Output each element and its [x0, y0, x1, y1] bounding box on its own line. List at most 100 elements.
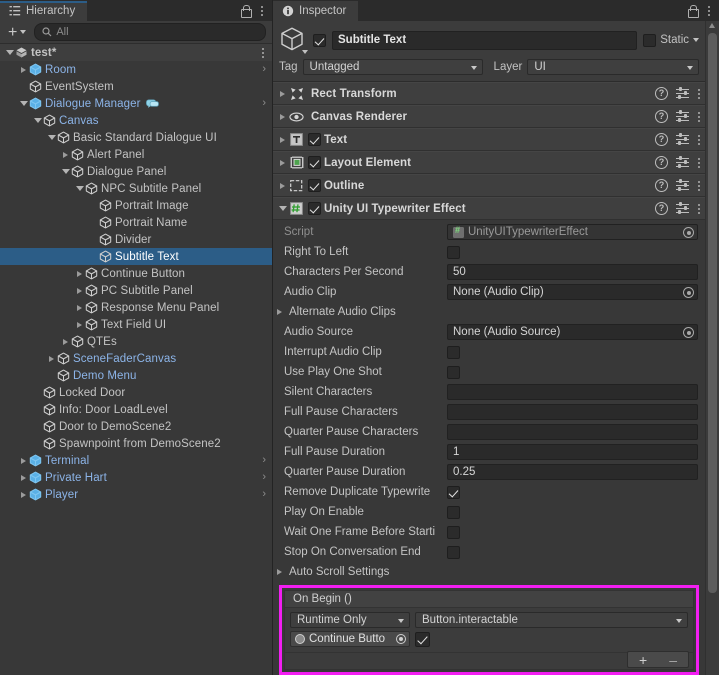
- component-header[interactable]: Canvas Renderer?: [273, 105, 705, 128]
- property-checkbox[interactable]: [447, 365, 460, 379]
- open-prefab-chevron-icon[interactable]: ›: [262, 61, 266, 78]
- property-checkbox[interactable]: [447, 525, 460, 539]
- scrollbar-thumb[interactable]: [708, 33, 717, 593]
- preset-sliders-icon[interactable]: [676, 110, 689, 123]
- hierarchy-row[interactable]: Player ›: [0, 486, 272, 503]
- hierarchy-row[interactable]: Locked Door: [0, 384, 272, 401]
- chevron-down-icon[interactable]: [302, 50, 308, 54]
- property-text-field[interactable]: [447, 424, 698, 440]
- property-checkbox[interactable]: [447, 485, 460, 499]
- twisty-collapsed-icon[interactable]: [276, 90, 289, 97]
- component-header[interactable]: Unity UI Typewriter Effect?: [273, 197, 705, 220]
- property-object-field[interactable]: None (Audio Clip): [447, 284, 698, 300]
- property-text-field[interactable]: 50: [447, 264, 698, 280]
- preset-sliders-icon[interactable]: [676, 156, 689, 169]
- twisty-collapsed-icon[interactable]: [273, 309, 289, 315]
- hierarchy-row[interactable]: EventSystem: [0, 78, 272, 95]
- preset-sliders-icon[interactable]: [676, 133, 689, 146]
- component-header[interactable]: Rect Transform?: [273, 82, 705, 105]
- static-checkbox[interactable]: [643, 33, 657, 47]
- preset-sliders-icon[interactable]: [676, 87, 689, 100]
- tag-dropdown[interactable]: Untagged: [302, 59, 483, 75]
- help-icon[interactable]: ?: [655, 202, 668, 215]
- object-picker-target-icon[interactable]: [683, 287, 694, 298]
- hierarchy-row[interactable]: QTEs: [0, 333, 272, 350]
- hierarchy-row[interactable]: Dialogue Manager ›: [0, 95, 272, 112]
- twisty-collapsed-icon[interactable]: [273, 569, 289, 575]
- property-object-field[interactable]: UnityUITypewriterEffect: [447, 224, 698, 240]
- twisty-collapsed-icon[interactable]: [18, 469, 29, 486]
- property-text-field[interactable]: 1: [447, 444, 698, 460]
- hierarchy-row[interactable]: Door to DemoScene2: [0, 418, 272, 435]
- preset-sliders-icon[interactable]: [676, 179, 689, 192]
- property-text-field[interactable]: [447, 404, 698, 420]
- lock-icon[interactable]: [687, 5, 699, 18]
- twisty-collapsed-icon[interactable]: [74, 299, 85, 316]
- twisty-collapsed-icon[interactable]: [74, 316, 85, 333]
- component-menu-kebab-icon[interactable]: [697, 87, 701, 101]
- static-dropdown-chevron-icon[interactable]: [693, 38, 699, 42]
- help-icon[interactable]: ?: [655, 110, 668, 123]
- scene-menu-kebab-icon[interactable]: [261, 46, 265, 60]
- property-checkbox[interactable]: [447, 245, 460, 259]
- add-gameobject-button[interactable]: +: [4, 23, 30, 41]
- component-enabled-checkbox[interactable]: [308, 179, 321, 192]
- hierarchy-row[interactable]: SceneFaderCanvas: [0, 350, 272, 367]
- property-text-field[interactable]: [447, 384, 698, 400]
- hierarchy-row[interactable]: Demo Menu: [0, 367, 272, 384]
- open-prefab-chevron-icon[interactable]: ›: [262, 486, 266, 503]
- hierarchy-row[interactable]: Terminal ›: [0, 452, 272, 469]
- help-icon[interactable]: ?: [655, 179, 668, 192]
- twisty-expanded-icon[interactable]: [32, 112, 43, 129]
- twisty-collapsed-icon[interactable]: [276, 159, 289, 166]
- twisty-collapsed-icon[interactable]: [276, 182, 289, 189]
- component-header[interactable]: Layout Element?: [273, 151, 705, 174]
- twisty-collapsed-icon[interactable]: [276, 113, 289, 120]
- hierarchy-row[interactable]: Divider: [0, 231, 272, 248]
- hierarchy-row[interactable]: Continue Button: [0, 265, 272, 282]
- hierarchy-row[interactable]: Room ›: [0, 61, 272, 78]
- preset-sliders-icon[interactable]: [676, 202, 689, 215]
- twisty-collapsed-icon[interactable]: [46, 350, 57, 367]
- event-argument-checkbox[interactable]: [415, 631, 430, 647]
- object-picker-target-icon[interactable]: [683, 327, 694, 338]
- add-event-button[interactable]: +: [639, 653, 647, 667]
- component-menu-kebab-icon[interactable]: [697, 156, 701, 170]
- component-menu-kebab-icon[interactable]: [697, 133, 701, 147]
- gameobject-name-field[interactable]: Subtitle Text: [332, 30, 638, 50]
- inspector-menu-kebab-icon[interactable]: [707, 4, 711, 18]
- twisty-collapsed-icon[interactable]: [74, 282, 85, 299]
- property-text-field[interactable]: 0.25: [447, 464, 698, 480]
- gameobject-enabled-checkbox[interactable]: [313, 33, 326, 47]
- hierarchy-row[interactable]: Canvas: [0, 112, 272, 129]
- scroll-up-arrow-icon[interactable]: [709, 23, 715, 28]
- help-icon[interactable]: ?: [655, 156, 668, 169]
- twisty-expanded-icon[interactable]: [4, 44, 15, 61]
- hierarchy-row[interactable]: Portrait Image: [0, 197, 272, 214]
- hierarchy-row[interactable]: Response Menu Panel: [0, 299, 272, 316]
- component-menu-kebab-icon[interactable]: [697, 202, 701, 216]
- hierarchy-row[interactable]: Spawnpoint from DemoScene2: [0, 435, 272, 452]
- hierarchy-row[interactable]: Subtitle Text: [0, 248, 272, 265]
- hierarchy-row[interactable]: NPC Subtitle Panel: [0, 180, 272, 197]
- twisty-collapsed-icon[interactable]: [60, 146, 71, 163]
- hierarchy-row[interactable]: Private Hart ›: [0, 469, 272, 486]
- component-enabled-checkbox[interactable]: [308, 133, 321, 146]
- twisty-expanded-icon[interactable]: [60, 163, 71, 180]
- component-menu-kebab-icon[interactable]: [697, 179, 701, 193]
- twisty-expanded-icon[interactable]: [46, 129, 57, 146]
- hierarchy-row[interactable]: PC Subtitle Panel: [0, 282, 272, 299]
- help-icon[interactable]: ?: [655, 87, 668, 100]
- twisty-collapsed-icon[interactable]: [18, 452, 29, 469]
- open-prefab-chevron-icon[interactable]: ›: [262, 469, 266, 486]
- component-menu-kebab-icon[interactable]: [697, 110, 701, 124]
- component-enabled-checkbox[interactable]: [308, 156, 321, 169]
- search-input[interactable]: All: [34, 23, 266, 41]
- property-checkbox[interactable]: [447, 505, 460, 519]
- hierarchy-row[interactable]: test*: [0, 44, 272, 61]
- remove-event-button[interactable]: –: [669, 653, 677, 667]
- twisty-collapsed-icon[interactable]: [18, 486, 29, 503]
- hierarchy-row[interactable]: Dialogue Panel: [0, 163, 272, 180]
- hierarchy-row[interactable]: Info: Door LoadLevel: [0, 401, 272, 418]
- twisty-expanded-icon[interactable]: [74, 180, 85, 197]
